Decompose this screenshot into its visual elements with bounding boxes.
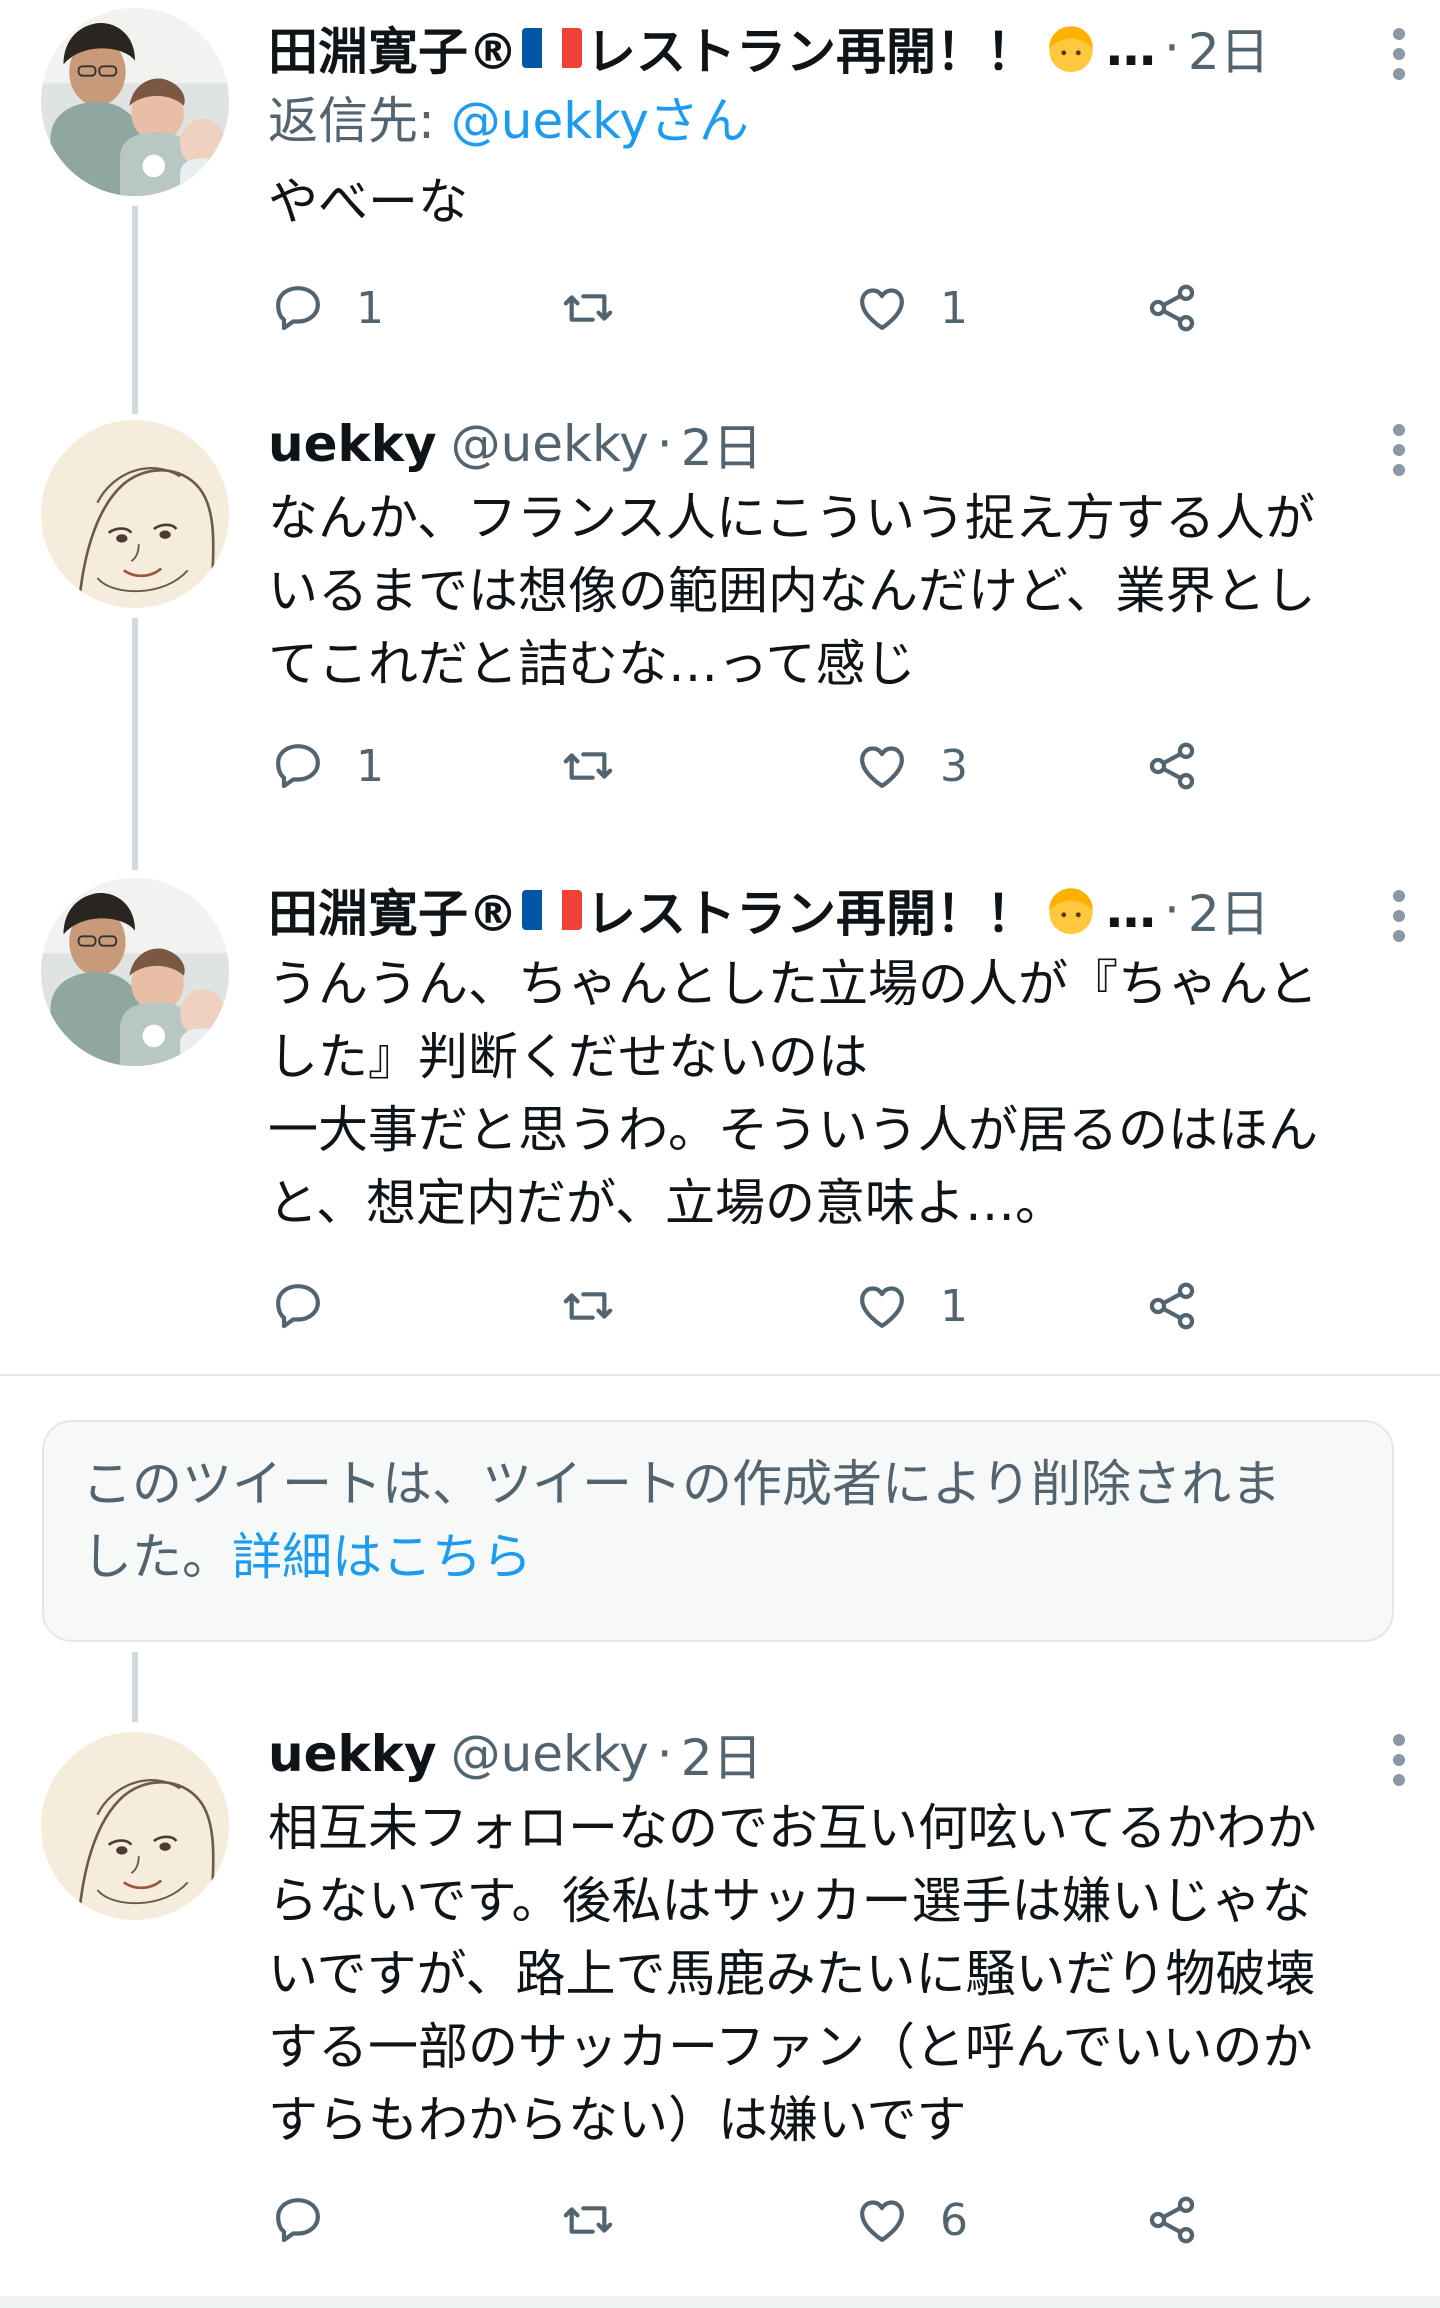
reply-to-label: 返信先: [268, 92, 451, 150]
more-icon[interactable] [1384, 24, 1414, 84]
action-bar: 1 3 [268, 726, 1228, 806]
display-name-suffix: レストラン再開！！ [586, 23, 1036, 81]
retweet-button[interactable] [560, 268, 646, 348]
retweet-button[interactable] [560, 1266, 646, 1346]
reply-icon [270, 738, 326, 794]
reply-to-line: 返信先: @uekkyさん [268, 86, 1372, 156]
thread-line [132, 1652, 138, 1722]
reply-button[interactable] [270, 1266, 356, 1346]
like-button[interactable]: 6 [854, 2180, 968, 2260]
deleted-tweet-notice: このツイートは、ツイートの作成者により削除されま した。詳細はこちら [42, 1420, 1394, 1642]
tweet-text: うんうん、ちゃんとした立場の人が『ちゃんと した』判断くだせないのは 一大事だと… [268, 955, 1318, 1232]
display-name[interactable]: 田淵寛子® [268, 12, 518, 84]
timestamp[interactable]: 2日 [681, 408, 763, 480]
separator-dot: · [656, 1725, 673, 1783]
france-flag-icon [522, 28, 582, 68]
reply-icon [270, 1278, 326, 1334]
reply-to-mention[interactable]: @uekkyさん [451, 92, 749, 150]
retweet-icon [560, 1278, 616, 1334]
bottom-divider [0, 2296, 1440, 2308]
tweet-text: なんか、フランス人にこういう捉え方する人が いるまでは想像の範囲内なんだけど、業… [268, 489, 1316, 693]
tweet-header: uekky @uekky · 2日 [268, 1716, 1372, 1792]
girl-emoji-icon [1049, 26, 1093, 73]
like-icon [854, 280, 910, 336]
reply-icon [270, 2192, 326, 2248]
divider [0, 1374, 1440, 1376]
more-icon[interactable] [1384, 1730, 1414, 1790]
like-icon [854, 738, 910, 794]
avatar[interactable] [41, 878, 229, 1066]
like-count: 1 [940, 282, 968, 334]
display-name-suffix: レストラン再開！！ [586, 885, 1036, 943]
share-icon [1144, 2192, 1200, 2248]
thread-line [132, 618, 138, 870]
timestamp[interactable]: 2日 [1188, 12, 1270, 84]
retweet-icon [560, 2192, 616, 2248]
display-name[interactable]: uekky [268, 415, 437, 473]
share-button[interactable] [1144, 1266, 1200, 1346]
france-flag-icon [522, 890, 582, 930]
name-ellipsis: … [1106, 881, 1156, 939]
retweet-icon [560, 738, 616, 794]
display-name[interactable]: 田淵寛子® [268, 874, 518, 946]
action-bar: 1 1 [268, 268, 1228, 348]
display-name[interactable]: uekky [268, 1725, 437, 1783]
tweet-header: uekky @uekky · 2日 [268, 406, 1372, 482]
more-icon[interactable] [1384, 420, 1414, 480]
retweet-icon [560, 280, 616, 336]
avatar[interactable] [41, 8, 229, 196]
tweet-text: やべーな [268, 173, 468, 231]
like-button[interactable]: 1 [854, 1266, 968, 1346]
user-handle[interactable]: @uekky [451, 1725, 649, 1783]
share-icon [1144, 280, 1200, 336]
share-button[interactable] [1144, 726, 1200, 806]
reply-count: 1 [356, 282, 384, 334]
reply-icon [270, 280, 326, 336]
avatar[interactable] [41, 420, 229, 608]
tweet-header: 田淵寛子® レストラン再開！！ … · 2日 [268, 10, 1372, 86]
name-ellipsis: … [1106, 19, 1156, 77]
reply-button[interactable] [270, 2180, 356, 2260]
share-icon [1144, 738, 1200, 794]
avatar[interactable] [41, 1732, 229, 1920]
separator-dot: · [656, 415, 673, 473]
learn-more-link[interactable]: 詳細はこちら [232, 1528, 532, 1586]
like-button[interactable]: 1 [854, 268, 968, 348]
retweet-button[interactable] [560, 726, 646, 806]
like-count: 1 [940, 1280, 968, 1332]
share-button[interactable] [1144, 2180, 1200, 2260]
like-icon [854, 2192, 910, 2248]
tweet-header: 田淵寛子® レストラン再開！！ … · 2日 [268, 872, 1372, 948]
reply-count: 1 [356, 740, 384, 792]
separator-dot: · [1164, 881, 1180, 939]
timestamp[interactable]: 2日 [681, 1718, 763, 1790]
action-bar: 1 [268, 1266, 1228, 1346]
action-bar: 6 [268, 2180, 1228, 2260]
like-icon [854, 1278, 910, 1334]
separator-dot: · [1164, 19, 1180, 77]
more-icon[interactable] [1384, 886, 1414, 946]
girl-emoji-icon [1049, 888, 1093, 935]
like-count: 3 [940, 740, 968, 792]
reply-button[interactable]: 1 [270, 726, 384, 806]
share-icon [1144, 1278, 1200, 1334]
retweet-button[interactable] [560, 2180, 646, 2260]
tweet-text: 相互未フォローなのでお互い何呟いてるかわか らないです。後私はサッカー選手は嫌い… [268, 1799, 1317, 2149]
like-count: 6 [940, 2194, 968, 2246]
thread-line [132, 206, 138, 414]
share-button[interactable] [1144, 268, 1200, 348]
like-button[interactable]: 3 [854, 726, 968, 806]
timestamp[interactable]: 2日 [1188, 874, 1270, 946]
user-handle[interactable]: @uekky [451, 415, 649, 473]
reply-button[interactable]: 1 [270, 268, 384, 348]
